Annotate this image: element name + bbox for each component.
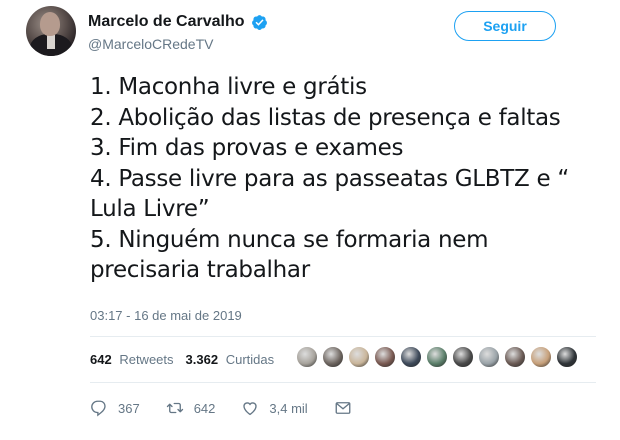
tweet-line: 3. Fim das provas e exames	[90, 135, 404, 161]
retweets-stat[interactable]: 642 Retweets	[90, 352, 174, 367]
tweet-line: 2. Abolição das listas de presença e fal…	[90, 104, 561, 131]
author-name-row[interactable]: Marcelo de Carvalho	[88, 13, 268, 31]
retweet-count: 642	[193, 400, 216, 416]
reply-icon	[91, 400, 106, 417]
tweet-line: 4. Passe livre para as passeatas GLBTZ e…	[90, 165, 569, 192]
heart-icon	[243, 402, 258, 416]
liker-avatar[interactable]	[400, 346, 422, 368]
reply-action[interactable]: 367	[90, 399, 140, 417]
likes-label: Curtidas	[225, 352, 275, 367]
like-count: 3,4 mil	[269, 400, 308, 416]
likes-stat[interactable]: 3.362 Curtidas	[186, 352, 275, 367]
tweet-header: Marcelo de Carvalho @MarceloCRedeTV Segu…	[26, 6, 596, 56]
liker-avatar[interactable]	[374, 346, 396, 368]
message-action[interactable]	[334, 399, 362, 417]
avatar-shirt	[47, 35, 55, 49]
author-handle[interactable]: @MarceloCRedeTV	[88, 36, 213, 52]
reply-count: 367	[118, 400, 140, 416]
like-action[interactable]: 3,4 mil	[241, 399, 308, 417]
retweet-action[interactable]: 642	[166, 399, 216, 417]
liker-avatar[interactable]	[322, 346, 344, 368]
liker-avatar[interactable]	[452, 346, 474, 368]
tweet-stats: 642 Retweets 3.362 Curtidas	[90, 352, 286, 367]
tweet-line: 1. Maconha livre e grátis	[90, 74, 367, 100]
liker-avatar[interactable]	[426, 346, 448, 368]
liker-avatar[interactable]	[556, 346, 578, 368]
liker-avatar[interactable]	[348, 346, 370, 368]
divider	[90, 382, 596, 383]
liker-avatar[interactable]	[504, 346, 526, 368]
retweet-icon	[166, 402, 183, 414]
liker-avatars	[296, 346, 582, 368]
tweet-actions: 367 642 3,4 mil	[90, 399, 388, 417]
direct-message-icon	[335, 402, 351, 414]
avatar-face	[40, 12, 60, 36]
likes-count: 3.362	[185, 352, 219, 367]
liker-avatar[interactable]	[530, 346, 552, 368]
follow-button[interactable]: Seguir	[454, 11, 556, 41]
tweet-line: 5. Ninguém nunca se formaria nem	[90, 226, 489, 253]
tweet-text: 1. Maconha livre e grátis 2. Abolição da…	[90, 72, 610, 286]
tweet-line: Lula Livre”	[90, 196, 210, 222]
liker-avatar[interactable]	[478, 346, 500, 368]
divider	[90, 336, 596, 337]
liker-avatar[interactable]	[296, 346, 318, 368]
retweets-label: Retweets	[119, 352, 174, 367]
author-name[interactable]: Marcelo de Carvalho	[88, 13, 245, 31]
avatar[interactable]	[26, 6, 76, 56]
verified-badge-icon	[251, 14, 268, 31]
retweets-count: 642	[90, 352, 112, 367]
tweet-line: precisaria trabalhar	[90, 257, 310, 283]
tweet-timestamp[interactable]: 03:17 - 16 de mai de 2019	[90, 308, 242, 323]
